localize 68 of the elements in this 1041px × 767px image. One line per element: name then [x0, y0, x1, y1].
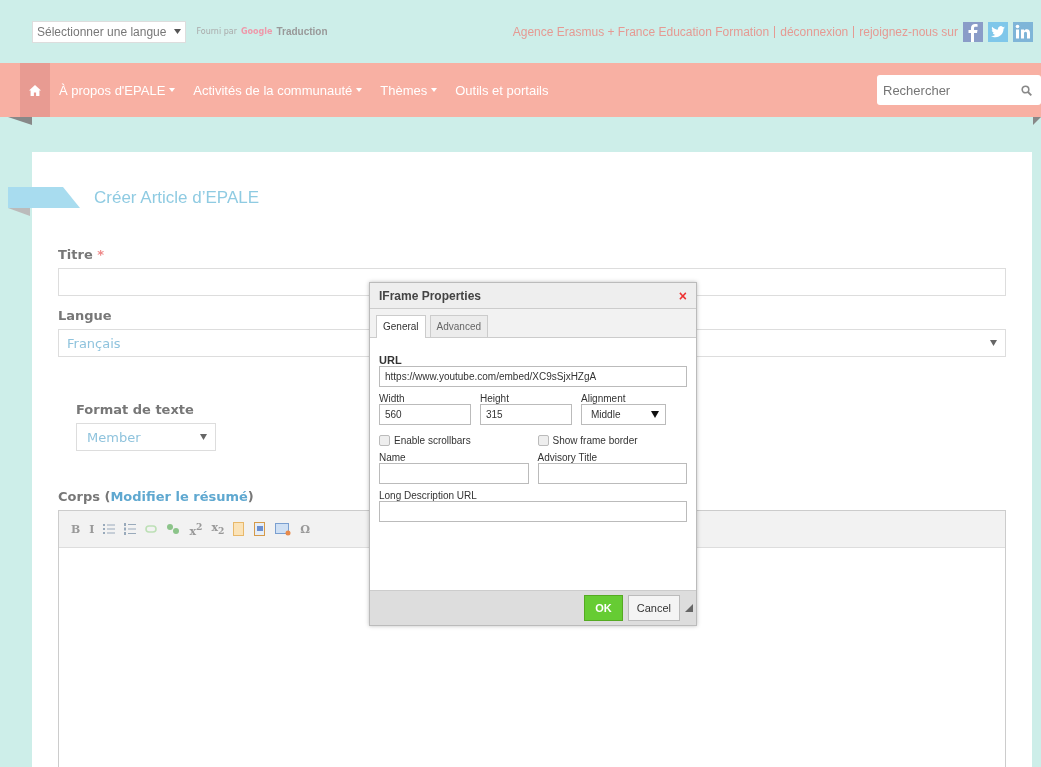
- required-mark: *: [97, 247, 105, 262]
- numbered-list-icon[interactable]: [124, 523, 137, 535]
- field-label: Langue: [58, 308, 112, 323]
- title-ribbon-icon: [8, 187, 80, 217]
- search-field[interactable]: Rechercher: [877, 75, 1041, 105]
- field-label: Width: [379, 393, 406, 404]
- alignment-select[interactable]: Middle: [581, 404, 666, 425]
- dropdown-arrow-icon: [990, 340, 997, 346]
- field-label: Corps (Modifier le résumé): [58, 489, 254, 504]
- close-button[interactable]: ×: [678, 287, 687, 304]
- twitter-icon[interactable]: [988, 21, 1008, 42]
- height-input[interactable]: 315: [480, 404, 572, 425]
- top-link[interactable]: rejoignez-nous sur: [853, 25, 958, 38]
- ribbon-fold-icon: [1033, 117, 1041, 125]
- field-label: Alignment: [581, 393, 627, 404]
- checkbox[interactable]: [379, 435, 390, 446]
- toolbar-button[interactable]: B: [71, 522, 81, 536]
- dialog-tab[interactable]: Advanced: [429, 315, 489, 337]
- document-icon[interactable]: [233, 522, 246, 536]
- width-input[interactable]: 560: [379, 404, 471, 425]
- name-input[interactable]: [379, 463, 529, 484]
- search-icon: [1021, 85, 1032, 96]
- dialog-tab[interactable]: General: [376, 315, 426, 338]
- dropdown-arrow-icon: [200, 434, 207, 440]
- cancel-button[interactable]: Cancel: [627, 595, 680, 621]
- top-link[interactable]: Agence Erasmus + France Education Formation: [512, 24, 770, 39]
- toolbar-button[interactable]: x$^{2}$: [189, 520, 203, 538]
- toolbar-button[interactable]: I: [89, 522, 95, 536]
- home-button[interactable]: [20, 63, 50, 117]
- bulleted-list-icon[interactable]: [103, 523, 116, 535]
- template-icon[interactable]: [254, 522, 267, 536]
- field-label: URL: [379, 354, 403, 366]
- field-label: Advisory Title: [537, 452, 598, 463]
- ribbon-fold-icon: [8, 117, 32, 125]
- top-link[interactable]: déconnexion: [774, 25, 849, 38]
- checkbox[interactable]: [537, 435, 549, 446]
- field-label: Long Description URL: [379, 490, 478, 501]
- dialog-title: IFrame Properties: [379, 288, 482, 303]
- translate-text: Traduction: [276, 26, 328, 37]
- field-label: Titre: [58, 247, 93, 262]
- field-label: Format de texte: [76, 402, 194, 417]
- toolbar-button[interactable]: Ω: [300, 522, 311, 536]
- language-select[interactable]: Sélectionner une langue: [32, 20, 187, 43]
- ok-button[interactable]: OK: [584, 595, 623, 621]
- checkbox-label: Show frame border: [552, 435, 638, 446]
- link-icon[interactable]: [145, 523, 158, 535]
- text-format-select[interactable]: Member: [76, 423, 216, 451]
- nav-menu-item[interactable]: Activités de la communauté: [184, 82, 372, 98]
- field-label: Name: [379, 452, 407, 463]
- linkedin-icon[interactable]: [1013, 21, 1033, 42]
- nav-menu-item[interactable]: Outils et portails: [446, 82, 558, 98]
- field-label: Height: [480, 393, 510, 404]
- dropdown-arrow-icon: [651, 411, 659, 418]
- dropdown-arrow-icon: [174, 29, 182, 34]
- image-icon[interactable]: [275, 522, 292, 536]
- resize-grip-icon: [685, 604, 693, 612]
- long-description-input[interactable]: [379, 501, 687, 522]
- facebook-icon[interactable]: [963, 21, 983, 42]
- checkbox-label: Enable scrollbars: [394, 435, 471, 446]
- page-title: Créer Article d’EPALE: [94, 188, 260, 208]
- toolbar-button[interactable]: x$_{2}$: [211, 521, 225, 537]
- nav-menu-item[interactable]: Thèmes: [371, 82, 447, 98]
- home-icon: [29, 84, 41, 96]
- advisory-title-input[interactable]: [537, 463, 687, 484]
- google-logo-text: Google: [241, 27, 273, 36]
- powered-by-text: Fourni par: [196, 27, 237, 36]
- url-input[interactable]: https://www.youtube.com/embed/XC9sSjxHZgA: [379, 366, 687, 387]
- nav-menu-item[interactable]: À propos d'EPALE: [50, 82, 185, 98]
